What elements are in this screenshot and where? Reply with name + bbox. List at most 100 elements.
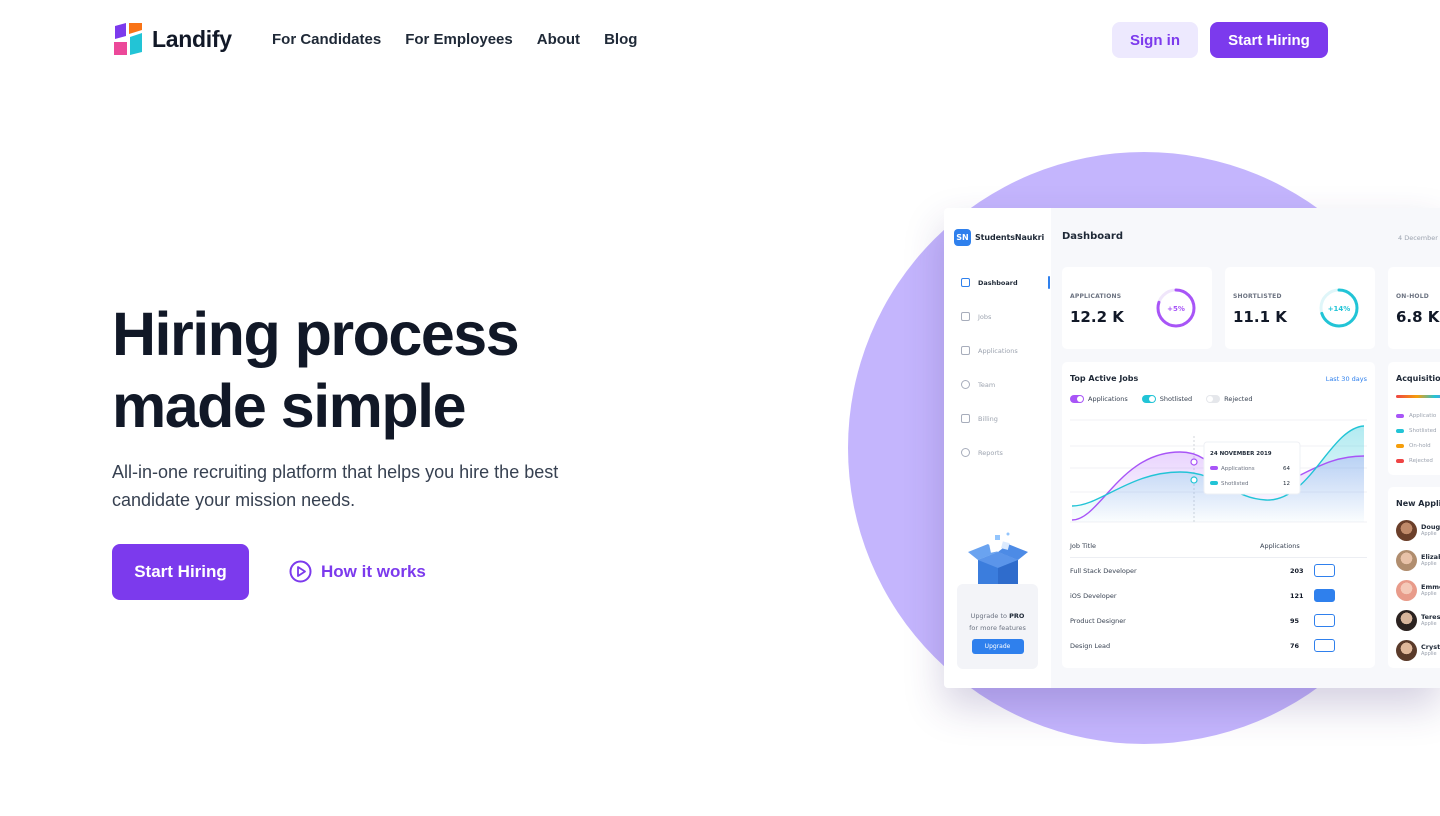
tooltip-date: 24 NOVEMBER 2019: [1210, 451, 1272, 457]
chart-icon[interactable]: [1314, 589, 1335, 602]
upgrade-line-1: Upgrade to PRO: [957, 612, 1038, 620]
sidebar-item-label: Reports: [978, 448, 1003, 457]
applicant-name: Teres: [1421, 613, 1440, 621]
stat-label: SHORTLISTED: [1233, 293, 1282, 300]
nav-for-employees[interactable]: For Employees: [405, 31, 513, 48]
sidebar-active-indicator: [1048, 276, 1050, 289]
logo[interactable]: Landify: [112, 22, 232, 56]
applicant-role: Applie: [1421, 651, 1437, 657]
stat-ring: +14%: [1319, 288, 1359, 328]
chart-icon[interactable]: [1314, 639, 1335, 652]
table-row[interactable]: iOS Developer 121: [1070, 584, 1367, 609]
dashboard-icon: [961, 278, 970, 287]
panel-title: New Appli: [1396, 499, 1440, 508]
job-title: Product Designer: [1070, 617, 1126, 625]
acquisition-item: On-hold: [1396, 443, 1431, 449]
range-selector[interactable]: Last 30 days: [1326, 375, 1367, 383]
applicant-item[interactable]: EmmeApplie: [1396, 580, 1440, 601]
sign-in-button[interactable]: Sign in: [1112, 22, 1198, 58]
toggle-icon: [1141, 395, 1156, 403]
upgrade-pro: PRO: [1009, 612, 1025, 620]
upgrade-button[interactable]: Upgrade: [971, 639, 1024, 654]
sidebar-item-label: Team: [978, 380, 996, 389]
dashboard-preview: SN StudentsNaukri Dashboard Jobs Applica…: [944, 208, 1440, 688]
document-icon: [961, 346, 970, 355]
dashboard-brand-badge: SN: [954, 229, 971, 246]
stat-badge: +5%: [1167, 305, 1185, 313]
brand-name: Landify: [152, 25, 232, 52]
hero-title: Hiring process made simple: [112, 298, 672, 442]
job-title: Full Stack Developer: [1070, 567, 1137, 575]
avatar: [1396, 520, 1417, 541]
tooltip-label: Applications: [1221, 466, 1255, 472]
avatar: [1396, 550, 1417, 571]
avatar: [1396, 640, 1417, 661]
dashboard-sidebar: SN StudentsNaukri Dashboard Jobs Applica…: [944, 208, 1051, 688]
acquisition-item: Applicatio: [1396, 413, 1436, 419]
nav-blog[interactable]: Blog: [604, 31, 637, 48]
how-it-works-label: How it works: [321, 561, 426, 581]
legend-label: Shotlisted: [1159, 395, 1193, 403]
table-row[interactable]: Full Stack Developer 203: [1070, 559, 1367, 584]
job-count: 95: [1290, 617, 1300, 625]
toggle-icon: [1206, 395, 1221, 403]
toggle-icon: [1070, 395, 1084, 403]
tooltip-value: 12: [1283, 481, 1290, 487]
upgrade-card: Upgrade to PRO for more features Upgrade: [957, 584, 1038, 669]
tooltip-value: 64: [1283, 466, 1290, 472]
dashboard-date: 4 December: [1398, 234, 1438, 242]
table-row[interactable]: Design Lead 76: [1070, 634, 1367, 659]
nav-about[interactable]: About: [537, 31, 580, 48]
sidebar-item-dashboard[interactable]: Dashboard: [961, 278, 1018, 287]
acquisition-bar: [1396, 395, 1440, 398]
hero-title-line-2: made simple: [112, 372, 467, 440]
stat-value: 12.2 K: [1070, 308, 1124, 326]
legend-rejected[interactable]: Rejected: [1206, 395, 1252, 403]
sidebar-item-reports[interactable]: Reports: [961, 448, 1003, 457]
table-row[interactable]: Product Designer 95: [1070, 609, 1367, 634]
applicant-item[interactable]: ElizabApplie: [1396, 550, 1440, 571]
credit-card-icon: [961, 414, 970, 423]
acquisition-item: Shotlisted: [1396, 428, 1436, 434]
sidebar-item-team[interactable]: Team: [961, 380, 995, 389]
applicant-item[interactable]: Doug Applie: [1396, 520, 1440, 541]
applicant-item[interactable]: Cryst Applie: [1396, 640, 1440, 661]
sidebar-item-label: Dashboard: [978, 278, 1018, 287]
stat-ring: +5%: [1156, 288, 1196, 328]
chart-icon[interactable]: [1314, 614, 1335, 627]
column-header-job-title: Job Title: [1070, 542, 1097, 550]
chart-legend: Applications Shotlisted Rejected: [1070, 395, 1252, 403]
acquisition-label: On-hold: [1409, 443, 1431, 449]
applicant-item[interactable]: Teres Applie: [1396, 610, 1440, 631]
upgrade-text: Upgrade to: [970, 612, 1010, 620]
applicant-name: Emme: [1421, 583, 1440, 591]
legend-label: Applications: [1088, 395, 1128, 403]
acquisition-item: Rejected: [1396, 458, 1433, 464]
chart-icon[interactable]: [1314, 564, 1335, 577]
job-count: 203: [1290, 567, 1304, 575]
divider: [1070, 557, 1367, 558]
legend-label: Rejected: [1224, 395, 1253, 403]
applicant-role: Applie: [1421, 561, 1437, 567]
sidebar-item-label: Applications: [978, 346, 1018, 355]
logo-mark-icon: [114, 23, 142, 55]
applicant-name: Doug: [1421, 523, 1440, 531]
dashboard-title: Dashboard: [1062, 231, 1123, 242]
start-hiring-nav-button[interactable]: Start Hiring: [1210, 22, 1328, 58]
legend-shortlisted[interactable]: Shotlisted: [1141, 395, 1193, 403]
column-header-applications: Applications: [1260, 542, 1300, 550]
avatar: [1396, 580, 1417, 601]
sidebar-item-label: Jobs: [978, 312, 992, 321]
panel-title: Acquisitio: [1396, 374, 1440, 383]
nav-links: For Candidates For Employees About Blog: [272, 31, 637, 48]
sidebar-item-billing[interactable]: Billing: [961, 414, 998, 423]
sidebar-item-applications[interactable]: Applications: [961, 346, 1018, 355]
applicant-name: Elizab: [1421, 553, 1440, 561]
how-it-works-link[interactable]: How it works: [289, 560, 426, 583]
new-applicants-panel: New Appli DougApplie ElizabApplie EmmeAp…: [1388, 487, 1440, 668]
stat-card-shortlisted: SHORTLISTED 11.1 K +14%: [1225, 267, 1375, 349]
legend-applications[interactable]: Applications: [1070, 395, 1128, 403]
sidebar-item-jobs[interactable]: Jobs: [961, 312, 991, 321]
nav-for-candidates[interactable]: For Candidates: [272, 31, 381, 48]
start-hiring-hero-button[interactable]: Start Hiring: [112, 544, 249, 600]
